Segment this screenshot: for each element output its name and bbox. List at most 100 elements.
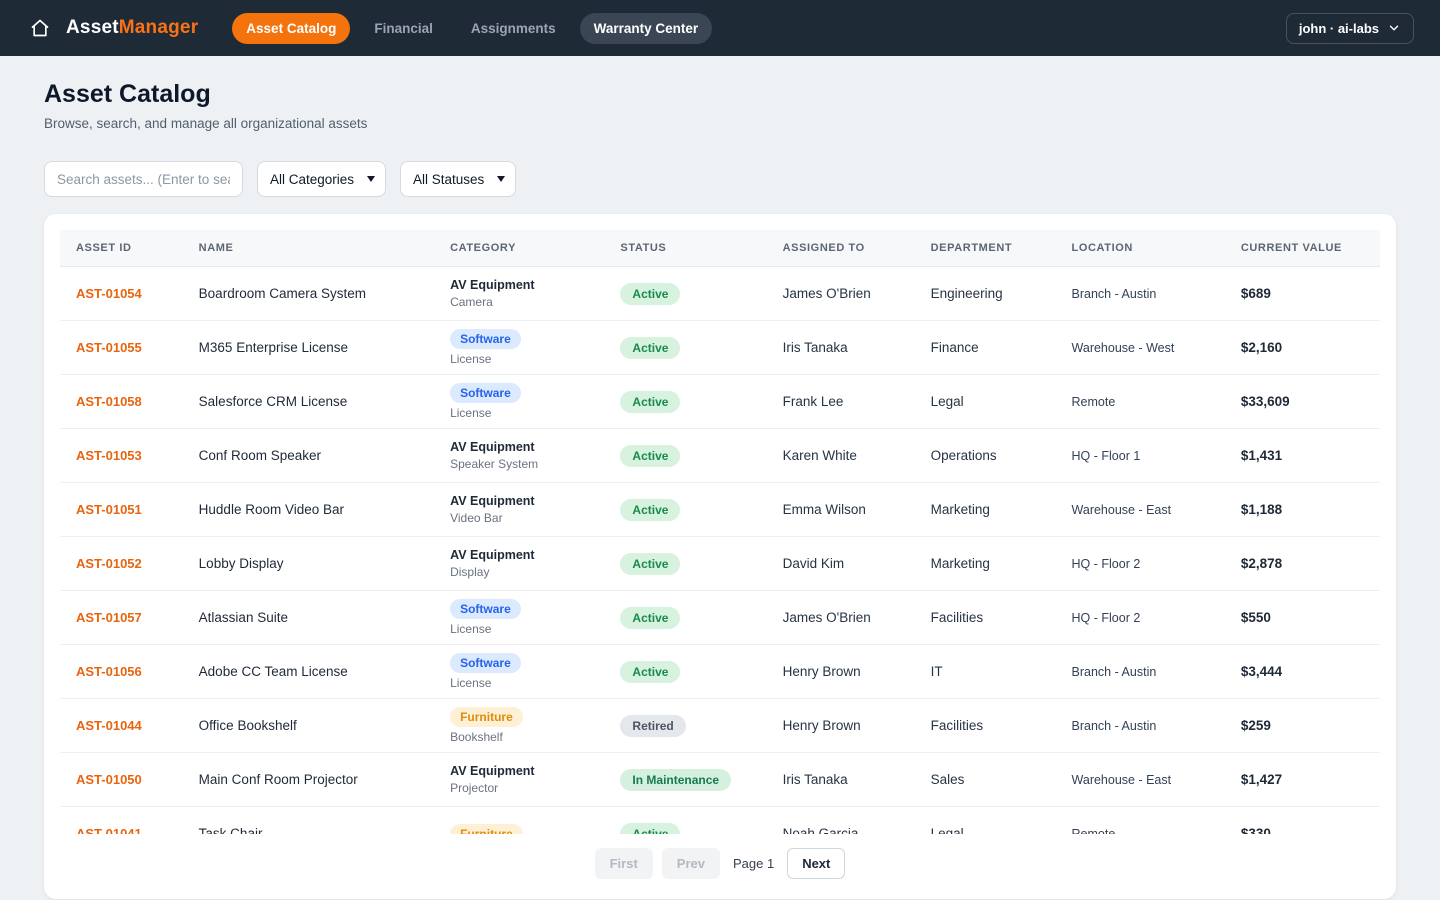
category-label: Furniture <box>450 824 523 835</box>
category-label: AV Equipment <box>450 440 588 454</box>
asset-id-link[interactable]: AST-01057 <box>76 610 142 625</box>
current-value: $33,609 <box>1225 375 1380 429</box>
category-label: Software <box>450 653 521 673</box>
assigned-to: Iris Tanaka <box>767 753 915 807</box>
top-nav: AssetManager Asset Catalog Financial Assig… <box>0 0 1440 56</box>
asset-id-link[interactable]: AST-01055 <box>76 340 142 355</box>
column-header-asset-id: Asset ID <box>60 230 183 267</box>
column-header-status: Status <box>604 230 766 267</box>
next-page-button[interactable]: Next <box>787 848 845 879</box>
subcategory-label: Display <box>450 565 588 579</box>
subcategory-label: License <box>450 676 588 690</box>
nav-item-financial[interactable]: Financial <box>360 13 447 44</box>
nav-item-warranty-center[interactable]: Warranty Center <box>580 13 713 44</box>
user-menu-label: john · ai-labs <box>1299 21 1379 36</box>
current-value: $1,431 <box>1225 429 1380 483</box>
asset-id-link[interactable]: AST-01041 <box>76 826 142 834</box>
asset-id-link[interactable]: AST-01052 <box>76 556 142 571</box>
asset-table-card: Asset IDNameCategoryStatusAssigned ToDep… <box>44 214 1396 899</box>
department: Facilities <box>915 591 1056 645</box>
current-value: $1,427 <box>1225 753 1380 807</box>
assigned-to: Karen White <box>767 429 915 483</box>
location: Warehouse - East <box>1056 753 1225 807</box>
subcategory-label: Projector <box>450 781 588 795</box>
column-header-department: Department <box>915 230 1056 267</box>
location: HQ - Floor 2 <box>1056 591 1225 645</box>
table-row: AST-01053 Conf Room Speaker AV Equipment Sp… <box>60 429 1380 483</box>
location: Branch - Austin <box>1056 699 1225 753</box>
column-header-current-value: Current Value <box>1225 230 1380 267</box>
home-icon <box>30 18 50 38</box>
asset-table: Asset IDNameCategoryStatusAssigned ToDep… <box>60 230 1380 834</box>
asset-id-link[interactable]: AST-01044 <box>76 718 142 733</box>
asset-name: Huddle Room Video Bar <box>199 502 344 517</box>
asset-id-link[interactable]: AST-01053 <box>76 448 142 463</box>
category-label: AV Equipment <box>450 494 588 508</box>
nav-item-assignments[interactable]: Assignments <box>457 13 570 44</box>
table-row: AST-01041Task ChairFurnitureActiveNoah G… <box>60 807 1380 835</box>
search-input[interactable] <box>44 161 243 197</box>
status-badge: In Maintenance <box>620 769 731 791</box>
status-badge: Active <box>620 337 680 359</box>
subcategory-label: License <box>450 622 588 636</box>
table-row: AST-01055 M365 Enterprise License Software… <box>60 321 1380 375</box>
home-button[interactable] <box>26 14 54 42</box>
subcategory-label: License <box>450 352 588 366</box>
department: Facilities <box>915 699 1056 753</box>
subcategory-label: Speaker System <box>450 457 588 471</box>
asset-id-link[interactable]: AST-01051 <box>76 502 142 517</box>
chevron-down-icon <box>1387 21 1401 35</box>
department: Engineering <box>915 267 1056 321</box>
status-badge: Active <box>620 553 680 575</box>
first-page-button[interactable]: First <box>595 848 653 879</box>
prev-page-button[interactable]: Prev <box>662 848 720 879</box>
subcategory-label: License <box>450 406 588 420</box>
page-subtitle: Browse, search, and manage all organizat… <box>44 116 1396 131</box>
asset-id-link[interactable]: AST-01054 <box>76 286 142 301</box>
category-label: Software <box>450 329 521 349</box>
status-badge: Active <box>620 607 680 629</box>
asset-name: Conf Room Speaker <box>199 448 321 463</box>
nav-item-asset-catalog[interactable]: Asset Catalog <box>232 13 350 44</box>
current-value: $3,444 <box>1225 645 1380 699</box>
status-filter-wrap: All Statuses <box>400 161 516 197</box>
department: Marketing <box>915 483 1056 537</box>
asset-id-link[interactable]: AST-01056 <box>76 664 142 679</box>
column-header-assigned-to: Assigned To <box>767 230 915 267</box>
assigned-to: James O'Brien <box>767 267 915 321</box>
asset-name: M365 Enterprise License <box>199 340 348 355</box>
column-header-name: Name <box>183 230 434 267</box>
department: Operations <box>915 429 1056 483</box>
status-filter-select[interactable]: All Statuses <box>400 161 516 197</box>
current-value: $550 <box>1225 591 1380 645</box>
location: Remote <box>1056 375 1225 429</box>
table-row: AST-01056Adobe CC Team LicenseSoftwareLi… <box>60 645 1380 699</box>
asset-name: Task Chair <box>199 826 263 834</box>
category-filter-select[interactable]: All Categories <box>257 161 386 197</box>
category-label: AV Equipment <box>450 548 588 562</box>
table-row: AST-01058Salesforce CRM LicenseSoftwareL… <box>60 375 1380 429</box>
table-row: AST-01050Main Conf Room ProjectorAV Equi… <box>60 753 1380 807</box>
logo-part-2: Manager <box>119 17 199 38</box>
location: Branch - Austin <box>1056 645 1225 699</box>
current-value: $2,878 <box>1225 537 1380 591</box>
assigned-to: Iris Tanaka <box>767 321 915 375</box>
asset-id-link[interactable]: AST-01050 <box>76 772 142 787</box>
table-scroll-area[interactable]: Asset IDNameCategoryStatusAssigned ToDep… <box>60 230 1380 834</box>
table-row: AST-01054Boardroom Camera SystemAV Equip… <box>60 267 1380 321</box>
category-filter-wrap: All Categories <box>257 161 386 197</box>
app-logo[interactable]: AssetManager <box>66 17 198 39</box>
asset-name: Salesforce CRM License <box>199 394 348 409</box>
user-menu[interactable]: john · ai-labs <box>1286 13 1414 44</box>
asset-id-link[interactable]: AST-01058 <box>76 394 142 409</box>
assigned-to: Henry Brown <box>767 699 915 753</box>
asset-name: Lobby Display <box>199 556 284 571</box>
asset-name: Boardroom Camera System <box>199 286 366 301</box>
current-value: $330 <box>1225 807 1380 835</box>
table-header-row: Asset IDNameCategoryStatusAssigned ToDep… <box>60 230 1380 267</box>
asset-name: Atlassian Suite <box>199 610 288 625</box>
assigned-to: David Kim <box>767 537 915 591</box>
table-row: AST-01044Office BookshelfFurnitureBooksh… <box>60 699 1380 753</box>
location: HQ - Floor 1 <box>1056 429 1225 483</box>
assigned-to: Henry Brown <box>767 645 915 699</box>
